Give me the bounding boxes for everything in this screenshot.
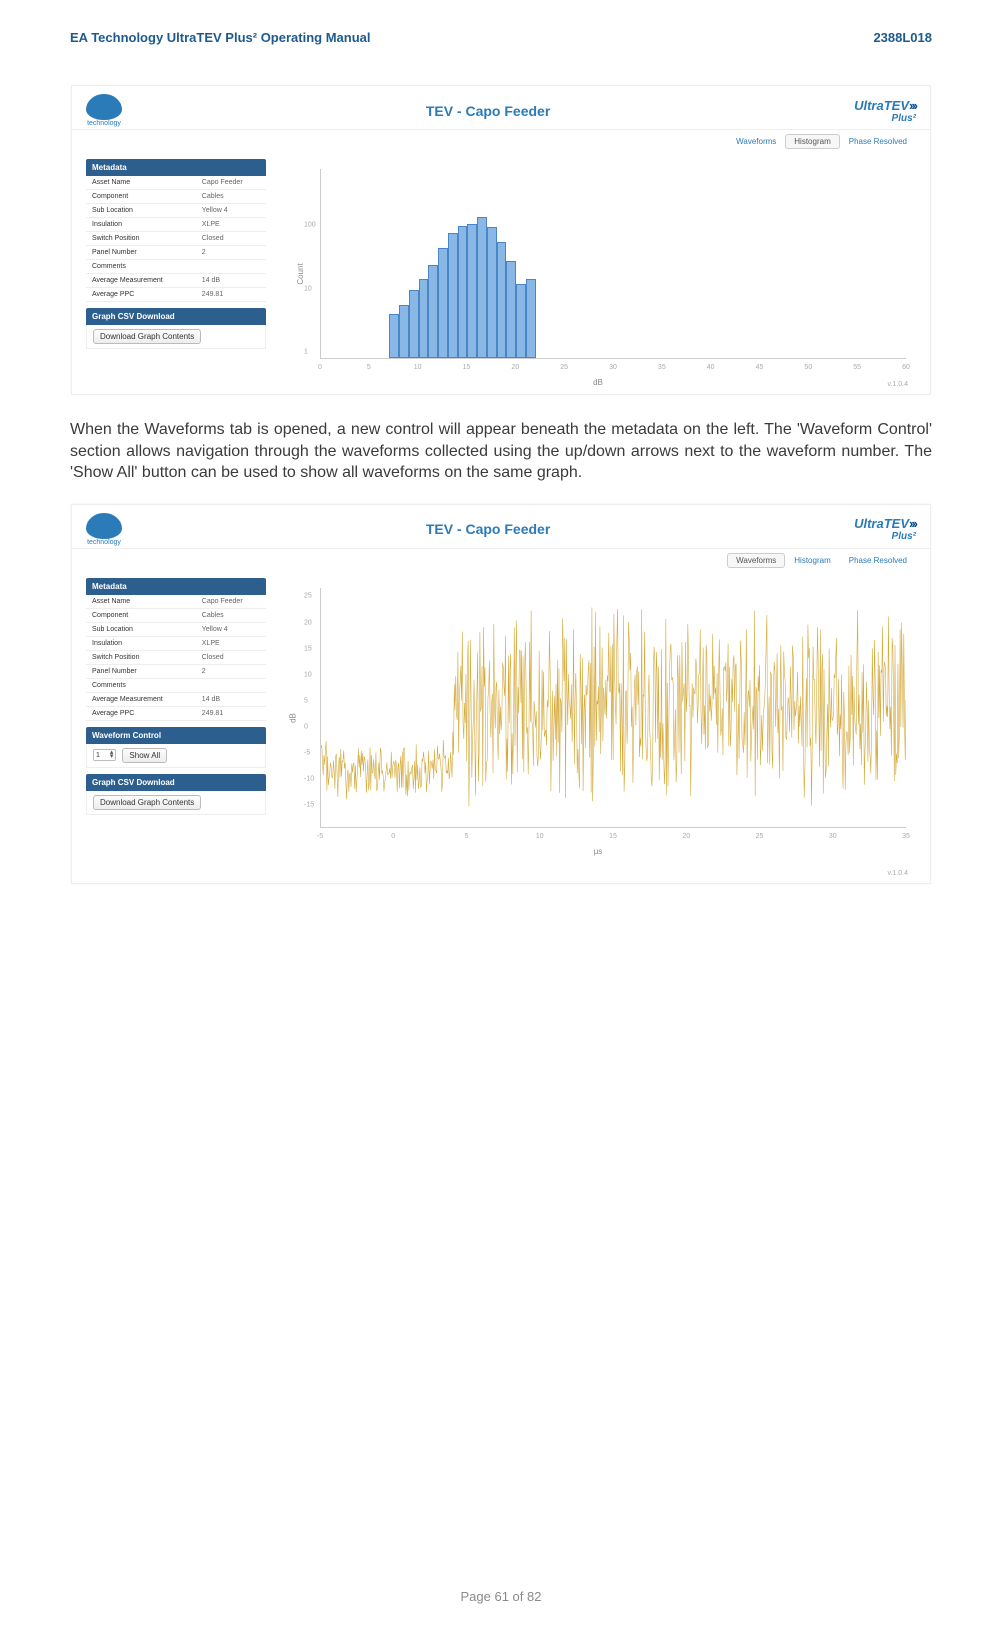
tab-histogram[interactable]: Histogram — [785, 553, 839, 568]
metadata-row: Panel Number2 — [86, 246, 266, 260]
tab-phase-resolved[interactable]: Phase Resolved — [840, 134, 916, 149]
histogram-bar — [448, 233, 458, 358]
metadata-panel-header: Metadata — [86, 159, 266, 176]
version-label: v.1.0.4 — [888, 381, 909, 388]
metadata-row: InsulationXLPE — [86, 636, 266, 650]
screenshot-waveform: technology TEV - Capo Feeder UltraTEV›››… — [71, 504, 931, 884]
tab-phase-resolved[interactable]: Phase Resolved — [840, 553, 916, 568]
metadata-row: Switch PositionClosed — [86, 650, 266, 664]
histogram-chart: Count dB 051015202530354045505560 110100 — [280, 159, 916, 389]
tab-waveforms[interactable]: Waveforms — [727, 134, 785, 149]
histogram-bar — [458, 226, 468, 358]
metadata-row: Average Measurement14 dB — [86, 692, 266, 706]
metadata-row: Sub LocationYellow 4 — [86, 622, 266, 636]
histogram-bar — [497, 242, 507, 358]
histogram-bar — [477, 217, 487, 358]
histogram-bar — [487, 227, 497, 358]
screenshot-histogram: technology TEV - Capo Feeder UltraTEV›››… — [71, 85, 931, 395]
histogram-bar — [428, 265, 438, 358]
metadata-row: Asset NameCapo Feeder — [86, 176, 266, 190]
metadata-panel-header: Metadata — [86, 578, 266, 595]
metadata-row: Average Measurement14 dB — [86, 274, 266, 288]
waveform-control-header: Waveform Control — [86, 727, 266, 744]
doc-title: EA Technology UltraTEV Plus² Operating M… — [70, 30, 370, 45]
body-paragraph: When the Waveforms tab is opened, a new … — [0, 395, 1002, 504]
histogram-bar — [409, 290, 419, 358]
metadata-table: Asset NameCapo FeederComponentCablesSub … — [86, 595, 266, 721]
waveform-number-stepper[interactable]: 1 ▴▾ — [93, 749, 116, 761]
metadata-row: Switch PositionClosed — [86, 232, 266, 246]
metadata-row: Average PPC249.81 — [86, 288, 266, 302]
metadata-row: Comments — [86, 678, 266, 692]
download-panel-header: Graph CSV Download — [86, 774, 266, 791]
waveform-chart: dB µs -505101520253035 -15-10-5051015202… — [280, 578, 916, 858]
histogram-bar — [516, 284, 526, 358]
histogram-bar — [467, 224, 477, 358]
ea-logo: technology — [86, 513, 122, 546]
metadata-row: InsulationXLPE — [86, 218, 266, 232]
version-label: v.1.0.4 — [888, 870, 909, 877]
metadata-row: Average PPC249.81 — [86, 706, 266, 720]
page-footer: Page 61 of 82 — [0, 1589, 1002, 1604]
download-graph-button[interactable]: Download Graph Contents — [93, 795, 201, 810]
screenshot-title: TEV - Capo Feeder — [426, 521, 550, 537]
histogram-bar — [438, 248, 448, 358]
metadata-row: Sub LocationYellow 4 — [86, 204, 266, 218]
download-graph-button[interactable]: Download Graph Contents — [93, 329, 201, 344]
histogram-bar — [399, 305, 409, 358]
tab-histogram[interactable]: Histogram — [785, 134, 839, 149]
histogram-bar — [389, 314, 399, 358]
metadata-row: Panel Number2 — [86, 664, 266, 678]
metadata-row: Asset NameCapo Feeder — [86, 595, 266, 609]
tab-waveforms[interactable]: Waveforms — [727, 553, 785, 568]
ultratev-logo: UltraTEV››› Plus² — [854, 98, 916, 124]
screenshot-title: TEV - Capo Feeder — [426, 103, 550, 119]
doc-code: 2388L018 — [873, 30, 932, 45]
histogram-bar — [526, 279, 536, 358]
ultratev-logo: UltraTEV››› Plus² — [854, 516, 916, 542]
download-panel-header: Graph CSV Download — [86, 308, 266, 325]
metadata-row: ComponentCables — [86, 190, 266, 204]
metadata-row: Comments — [86, 260, 266, 274]
show-all-button[interactable]: Show All — [122, 748, 167, 763]
metadata-row: ComponentCables — [86, 608, 266, 622]
histogram-bar — [506, 261, 516, 358]
chevron-up-down-icon[interactable]: ▴▾ — [110, 751, 114, 759]
ea-logo: technology — [86, 94, 122, 127]
metadata-table: Asset NameCapo FeederComponentCablesSub … — [86, 176, 266, 302]
histogram-bar — [419, 279, 429, 358]
